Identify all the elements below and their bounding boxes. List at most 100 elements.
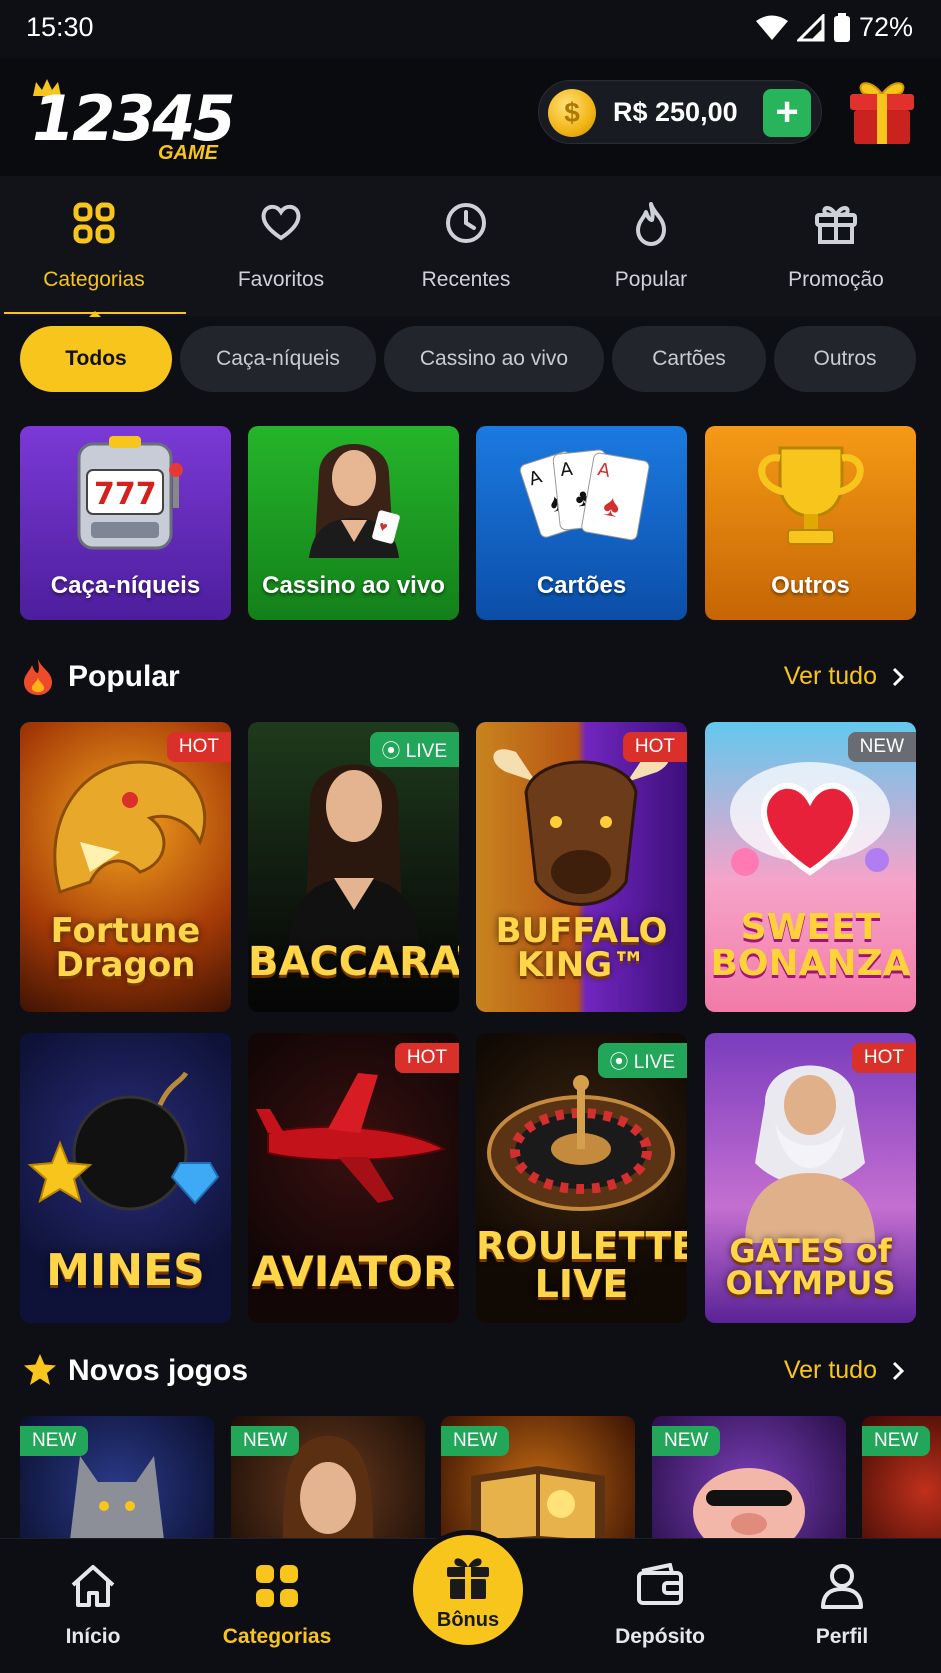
category-tabs: Categorias Favoritos Recentes Popular Pr…	[0, 176, 941, 317]
game-title: GATES of OLYMPUS	[725, 1232, 896, 1302]
buffalo-artwork	[493, 749, 670, 906]
live-dealer-icon: ♥	[308, 444, 400, 558]
gift-icon	[815, 206, 857, 244]
trophy-icon	[757, 446, 864, 545]
game-title: BACCARAT	[248, 939, 459, 985]
category-label: Outros	[771, 572, 850, 599]
clock-icon	[446, 203, 486, 243]
live-signal-icon: ⦿	[381, 741, 406, 762]
dealer-artwork	[288, 764, 420, 952]
brand-logo[interactable]: 12345 GAME	[30, 68, 240, 168]
new-games-section-header: Novos jogos Ver tudo	[0, 1346, 941, 1396]
grid-icon	[73, 202, 115, 244]
game-tile-gates-of-olympus[interactable]: GATES of OLYMPUS HOT	[705, 1033, 916, 1323]
tab-popular[interactable]: Popular	[559, 176, 743, 316]
bomb-artwork	[27, 1071, 220, 1211]
chip-cartoes[interactable]: Cartões	[612, 326, 766, 392]
tab-label: Recentes	[421, 268, 511, 291]
game-tile-buffalo-king[interactable]: BUFFALO KING™ HOT	[476, 722, 687, 1012]
new-badge: NEW	[20, 1426, 89, 1456]
game-tile-aviator[interactable]: AVIATOR HOT	[248, 1033, 459, 1323]
app-header: 12345 GAME $ R$ 250,00 +	[0, 58, 941, 176]
slot-machine-icon: 777	[77, 436, 183, 550]
nav-categories[interactable]: Categorias	[202, 1539, 352, 1673]
chevron-right-icon	[892, 667, 905, 686]
hot-badge: HOT	[851, 1043, 916, 1073]
add-funds-button[interactable]: +	[763, 89, 811, 137]
see-all-new-link[interactable]: Ver tudo	[784, 1356, 905, 1385]
nav-label: Categorias	[222, 1625, 332, 1648]
svg-text:777: 777	[94, 477, 157, 512]
chip-outros[interactable]: Outros	[774, 326, 916, 392]
tab-promocao[interactable]: Promoção	[744, 176, 928, 316]
status-time: 15:30	[26, 12, 94, 42]
see-all-popular-link[interactable]: Ver tudo	[784, 662, 905, 691]
chevron-right-icon	[892, 1361, 905, 1380]
game-tile-roulette-live[interactable]: ROULETTE LIVE ⦿ LIVE	[476, 1033, 687, 1323]
category-card-cards[interactable]: A ♠ A ♣ A ♠ Cartões	[476, 426, 687, 620]
tab-recentes[interactable]: Recentes	[374, 176, 558, 316]
live-badge: ⦿ LIVE	[597, 1043, 687, 1078]
game-title: AVIATOR	[251, 1247, 456, 1296]
tab-label: Promoção	[788, 268, 884, 291]
heart-icon	[261, 204, 301, 241]
game-tile-baccarat[interactable]: BACCARAT ⦿ LIVE	[248, 722, 459, 1012]
status-icons: 72%	[755, 12, 913, 43]
section-title: Novos jogos	[68, 1354, 249, 1387]
bonus-label: Bônus	[436, 1609, 500, 1631]
flame-icon	[24, 659, 52, 695]
home-icon	[71, 1565, 115, 1607]
new-game-tile-pig[interactable]: NEW	[652, 1416, 846, 1540]
zeus-artwork	[745, 1065, 875, 1243]
new-badge: NEW	[862, 1426, 931, 1456]
category-card-others[interactable]: Outros	[705, 426, 916, 620]
new-badge: NEW	[231, 1426, 300, 1456]
tab-favoritos[interactable]: Favoritos	[189, 176, 373, 316]
category-card-live-casino[interactable]: ♥ Cassino ao vivo	[248, 426, 459, 620]
see-all-label: Ver tudo	[783, 662, 877, 690]
star-icon	[24, 1354, 56, 1385]
gift-icon[interactable]	[848, 76, 916, 146]
wallet-icon	[637, 1563, 683, 1605]
see-all-label: Ver tudo	[783, 1356, 877, 1384]
active-tab-indicator	[4, 311, 186, 317]
new-game-tile-partial[interactable]: NEW	[862, 1416, 941, 1540]
nav-deposit[interactable]: Depósito	[585, 1539, 735, 1673]
tab-label: Categorias	[43, 268, 145, 291]
nav-label: Perfil	[815, 1625, 869, 1648]
logo-sub: GAME	[158, 142, 218, 164]
chip-todos[interactable]: Todos	[20, 326, 172, 392]
category-label: Cassino ao vivo	[262, 572, 445, 599]
new-badge: NEW	[847, 732, 916, 762]
filter-chips: Todos Caça-níqueis Cassino ao vivo Cartõ…	[0, 326, 941, 392]
game-tile-mines[interactable]: MINES	[20, 1033, 231, 1323]
chip-caca-niqueis[interactable]: Caça-níqueis	[180, 326, 376, 392]
new-game-tile-wolf[interactable]: NEW	[20, 1416, 214, 1540]
hot-badge: HOT	[622, 732, 687, 762]
category-label: Cartões	[536, 572, 627, 599]
gift-icon	[447, 1558, 489, 1599]
category-card-slots[interactable]: 777 Caça-níqueis	[20, 426, 231, 620]
wallet-balance[interactable]: $ R$ 250,00 +	[538, 80, 822, 144]
game-title: Fortune Dragon	[50, 911, 201, 985]
game-tile-sweet-bonanza[interactable]: SWEET BONANZA NEW	[705, 722, 916, 1012]
nav-profile[interactable]: Perfil	[767, 1539, 917, 1673]
new-game-tile-book[interactable]: NEW	[441, 1416, 635, 1540]
chip-cassino-ao-vivo[interactable]: Cassino ao vivo	[384, 326, 604, 392]
hot-badge: HOT	[166, 732, 231, 762]
tab-label: Favoritos	[237, 268, 325, 291]
signal-icon	[796, 13, 825, 41]
bonus-button[interactable]: Bônus	[408, 1530, 528, 1650]
nav-label: Depósito	[615, 1625, 705, 1648]
battery-icon	[833, 12, 850, 42]
live-badge: ⦿ LIVE	[369, 732, 459, 767]
status-bar: 15:30 72%	[0, 0, 941, 58]
new-game-tile-lady[interactable]: NEW	[231, 1416, 425, 1540]
game-tile-fortune-dragon[interactable]: Fortune Dragon HOT	[20, 722, 231, 1012]
flame-icon	[636, 202, 666, 246]
nav-home[interactable]: Início	[18, 1539, 168, 1673]
nav-label: Início	[65, 1625, 121, 1648]
game-title: MINES	[46, 1245, 205, 1296]
grid-icon	[256, 1565, 298, 1607]
tab-categorias[interactable]: Categorias	[2, 176, 186, 316]
